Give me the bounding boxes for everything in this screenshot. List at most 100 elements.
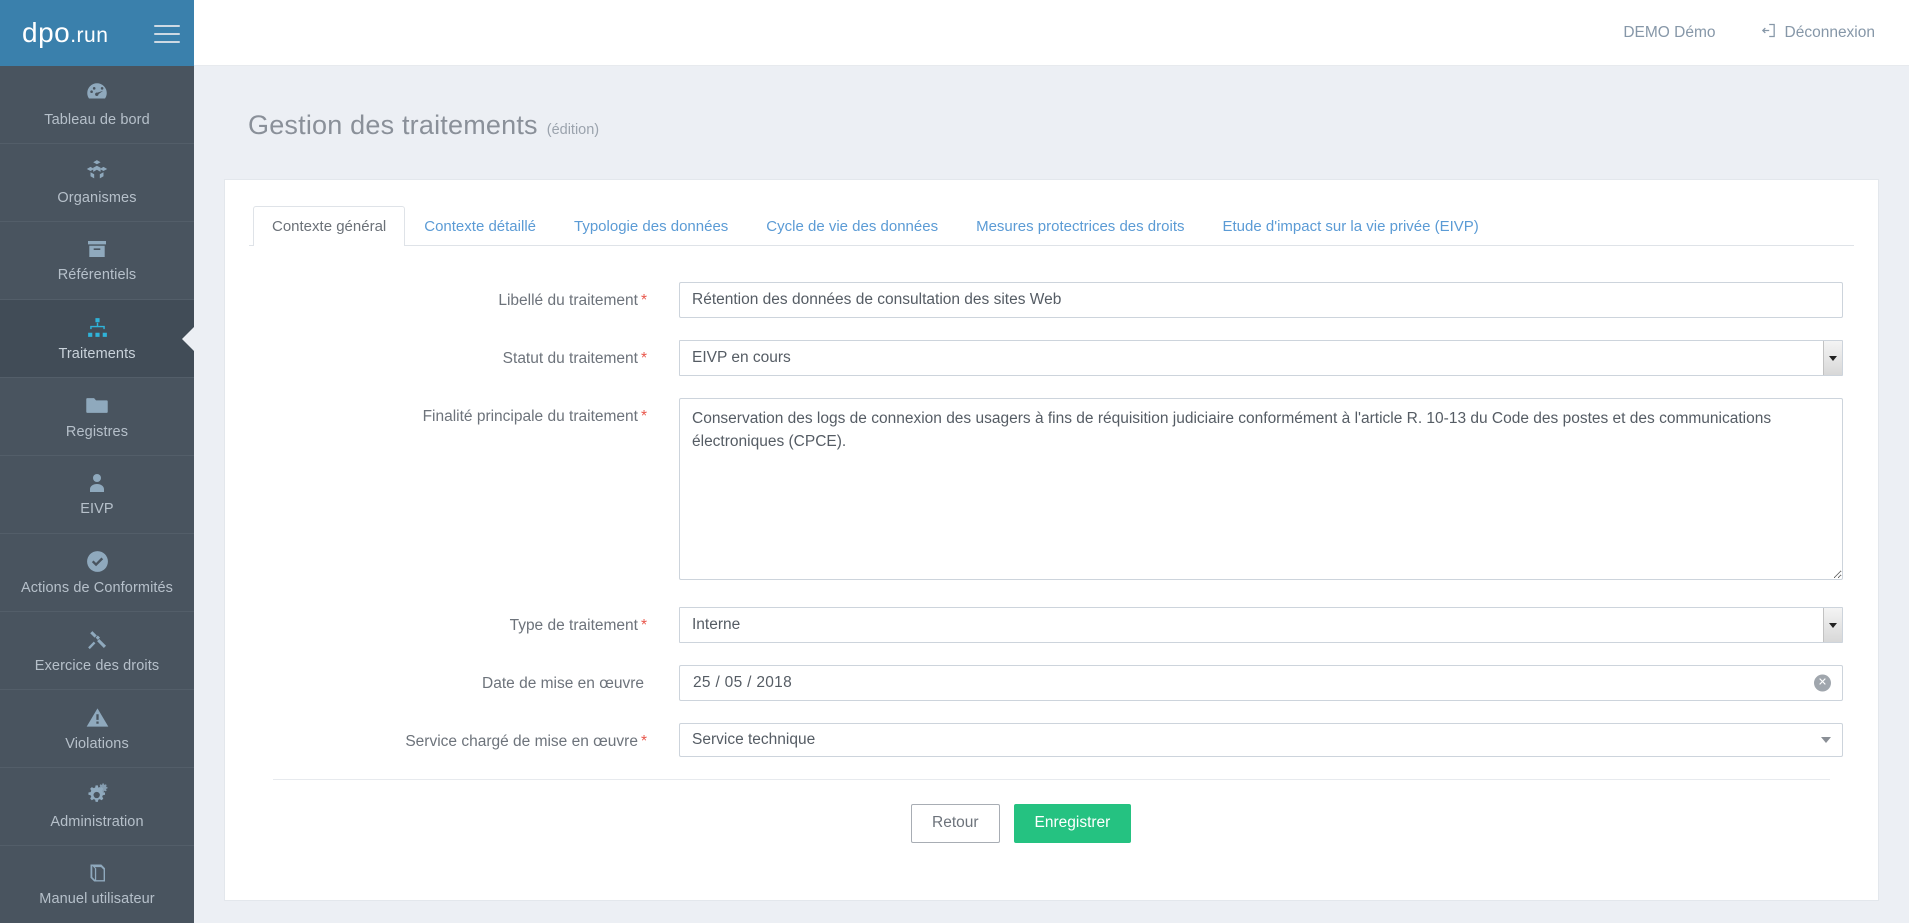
required-marker: * [640,350,647,368]
field-row-finalite: Finalité principale du traitement * Conse… [249,398,1854,585]
tab-mesures-protectrices-des-droits[interactable]: Mesures protectrices des droits [957,206,1203,246]
tab-etude-impact-vie-privee[interactable]: Etude d'impact sur la vie privée (EIVP) [1204,206,1498,246]
tab-typologie-des-donnees[interactable]: Typologie des données [555,206,747,246]
sidebar-item-label: Référentiels [57,267,137,284]
clear-circle-icon[interactable]: ✕ [1814,674,1831,692]
sidebar-item-label: EIVP [80,501,114,518]
brand-name: dpo [22,17,71,48]
sitemap-icon [85,315,110,340]
folder-icon [84,392,110,418]
chevron-down-icon[interactable] [1821,737,1831,744]
back-button[interactable]: Retour [911,804,1000,843]
chevron-down-icon[interactable] [1823,608,1842,643]
tab-contexte-general[interactable]: Contexte général [253,206,406,247]
service-selected-value: Service technique [692,731,816,749]
sidebar-item-traitements[interactable]: Traitements [0,300,194,378]
control-finalite: Conservation des logs de connexion des u… [679,398,1843,585]
label-type: Type de traitement * [249,607,679,636]
sidebar-item-label: Violations [65,735,129,752]
brand-header: dpo.run [0,0,194,66]
sidebar-item-label: Administration [50,814,144,831]
sidebar-item-exercice-des-droits[interactable]: Exercice des droits [0,612,194,690]
brand-suffix: .run [70,24,109,47]
gears-icon [84,782,110,808]
sidebar-item-manuel-utilisateur[interactable]: Manuel utilisateur [0,846,194,923]
dashboard-icon [84,80,110,106]
sidebar-item-label: Traitements [58,345,136,362]
gavel-icon [85,627,110,652]
sidebar-item-label: Registres [65,424,129,441]
label-statut: Statut du traitement * [249,340,679,369]
check-circle-icon [85,549,110,574]
form-actions: Retour Enregistrer [911,780,1854,843]
statut-select[interactable]: EIVP en cours [679,340,1843,377]
field-row-type: Type de traitement * Interne [249,607,1854,644]
sidebar-item-label: Organismes [57,190,137,207]
brand-logo[interactable]: dpo.run [22,19,108,47]
user-icon [85,471,109,495]
label-text: Libellé du traitement [498,292,638,310]
control-type: Interne [679,607,1843,644]
type-selected-value: Interne [692,616,741,634]
sidebar-item-organismes[interactable]: Organismes [0,144,194,222]
logout-button[interactable]: Déconnexion [1760,22,1875,44]
date-input[interactable]: 25 / 05 / 2018 ✕ [679,665,1843,702]
sidebar-item-registres[interactable]: Registres [0,378,194,456]
control-date: 25 / 05 / 2018 ✕ [679,665,1843,702]
sidebar-item-label: Exercice des droits [34,657,160,674]
label-text: Date de mise en œuvre [482,675,644,693]
service-select[interactable]: Service technique [679,723,1843,758]
save-button[interactable]: Enregistrer [1013,804,1132,843]
field-row-statut: Statut du traitement * EIVP en cours [249,340,1854,377]
book-icon [85,861,109,885]
field-row-service: Service chargé de mise en œuvre * Service… [249,723,1854,758]
sign-out-icon [1760,22,1777,44]
warning-triangle-icon [85,705,110,730]
sidebar-item-eivp[interactable]: EIVP [0,456,194,534]
sidebar-item-administration[interactable]: Administration [0,768,194,846]
control-service: Service technique [679,723,1843,758]
sidebar-item-violations[interactable]: Violations [0,690,194,768]
field-row-libelle: Libellé du traitement * [249,282,1854,319]
label-finalite: Finalité principale du traitement * [249,398,679,427]
date-value: 25 / 05 / 2018 [693,674,793,692]
page-header: Gestion des traitements (édition) [224,66,1879,179]
page-title: Gestion des traitements [248,110,538,141]
main-content: Gestion des traitements (édition) Contex… [194,66,1909,923]
control-libelle [679,282,1843,319]
label-text: Service chargé de mise en œuvre [405,733,638,751]
required-marker: * [640,733,647,751]
type-select[interactable]: Interne [679,607,1843,644]
sidebar-item-actions-de-conformites[interactable]: Actions de Conformités [0,534,194,612]
current-user-label[interactable]: DEMO Démo [1623,24,1715,42]
tab-bar: Contexte général Contexte détaillé Typol… [249,206,1854,247]
app-root: dpo.run Tableau de bord Organismes Référ… [0,0,1909,923]
cubes-icon [84,158,110,184]
required-marker: * [640,617,647,635]
logout-label: Déconnexion [1784,23,1875,41]
control-statut: EIVP en cours [679,340,1843,377]
sidebar-nav: Tableau de bord Organismes Référentiels … [0,66,194,923]
required-marker: * [640,408,647,426]
finalite-textarea[interactable]: Conservation des logs de connexion des u… [679,398,1843,581]
hamburger-icon[interactable] [154,23,180,43]
field-row-date: Date de mise en œuvre 25 / 05 / 2018 ✕ [249,665,1854,702]
sidebar-item-label: Tableau de bord [44,112,150,129]
tab-cycle-de-vie-des-donnees[interactable]: Cycle de vie des données [747,206,957,246]
chevron-down-icon[interactable] [1823,341,1842,376]
hamburger-bar [154,33,180,35]
form-card: Contexte général Contexte détaillé Typol… [224,179,1879,902]
label-text: Type de traitement [509,617,638,635]
libelle-input[interactable] [679,282,1843,319]
tab-contexte-detaille[interactable]: Contexte détaillé [405,206,555,246]
sidebar-item-tableau-de-bord[interactable]: Tableau de bord [0,66,194,144]
archive-box-icon [85,237,109,261]
label-service: Service chargé de mise en œuvre * [249,723,679,752]
label-text: Statut du traitement [502,350,638,368]
required-marker: * [640,292,647,310]
hamburger-bar [154,41,180,43]
page-subtitle: (édition) [546,122,600,139]
sidebar-item-label: Actions de Conformités [20,579,174,596]
statut-selected-value: EIVP en cours [692,349,791,367]
sidebar-item-referentiels[interactable]: Référentiels [0,222,194,300]
